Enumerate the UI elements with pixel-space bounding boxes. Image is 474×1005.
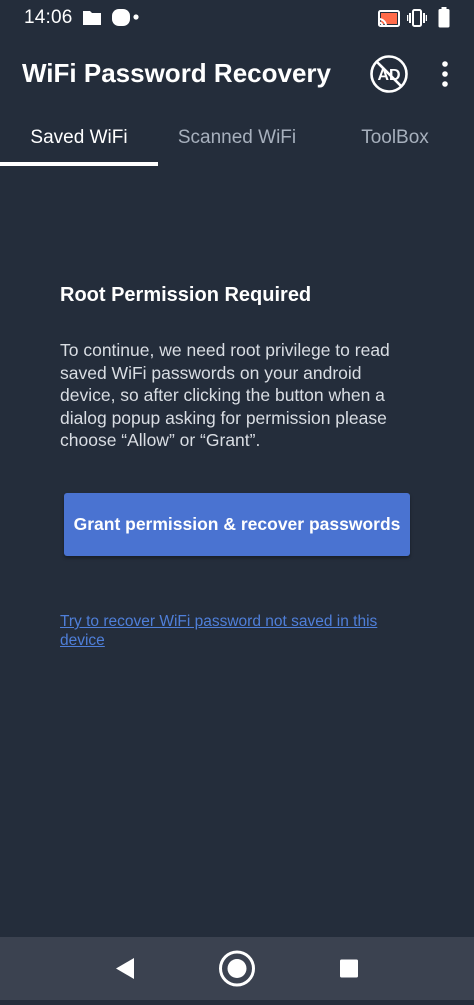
status-time: 14:06 [24, 7, 73, 28]
tab-scanned-wifi[interactable]: Scanned WiFi [158, 112, 316, 166]
vibrate-icon [407, 9, 427, 27]
recents-button[interactable] [330, 937, 370, 1000]
more-vert-icon [442, 61, 448, 87]
permission-description: To continue, we need root privilege to r… [60, 340, 390, 450]
home-button[interactable] [214, 937, 260, 1000]
status-bar: 14:06 [0, 0, 474, 36]
battery-icon [438, 7, 450, 28]
active-tab-indicator [0, 162, 158, 166]
tab-label: Scanned WiFi [177, 127, 297, 148]
tab-toolbox[interactable]: ToolBox [316, 112, 474, 166]
tab-bar: Saved WiFi Scanned WiFi ToolBox [0, 112, 474, 166]
dot-icon [133, 14, 139, 20]
grant-permission-button[interactable]: Grant permission & recover passwords [64, 493, 410, 556]
circle-notification-icon [112, 9, 130, 26]
no-ads-icon: AD [370, 55, 408, 93]
no-ads-button[interactable]: AD [369, 54, 409, 94]
navigation-bar [0, 937, 474, 1000]
app-bar: WiFi Password Recovery AD [0, 36, 474, 112]
tab-label: Saved WiFi [30, 127, 128, 148]
cast-icon [378, 10, 400, 27]
back-button[interactable] [104, 937, 144, 1000]
permission-title: Root Permission Required [60, 284, 312, 306]
folder-icon [83, 11, 101, 25]
recover-unsaved-link[interactable]: Try to recover WiFi password not saved i… [60, 612, 400, 650]
overflow-menu-button[interactable] [430, 56, 460, 92]
home-circle-icon [219, 950, 255, 987]
recents-square-icon [340, 959, 358, 978]
tab-label: ToolBox [361, 127, 429, 148]
tab-saved-wifi[interactable]: Saved WiFi [0, 112, 158, 166]
app-title: WiFi Password Recovery [22, 58, 331, 88]
back-triangle-icon [116, 958, 134, 979]
